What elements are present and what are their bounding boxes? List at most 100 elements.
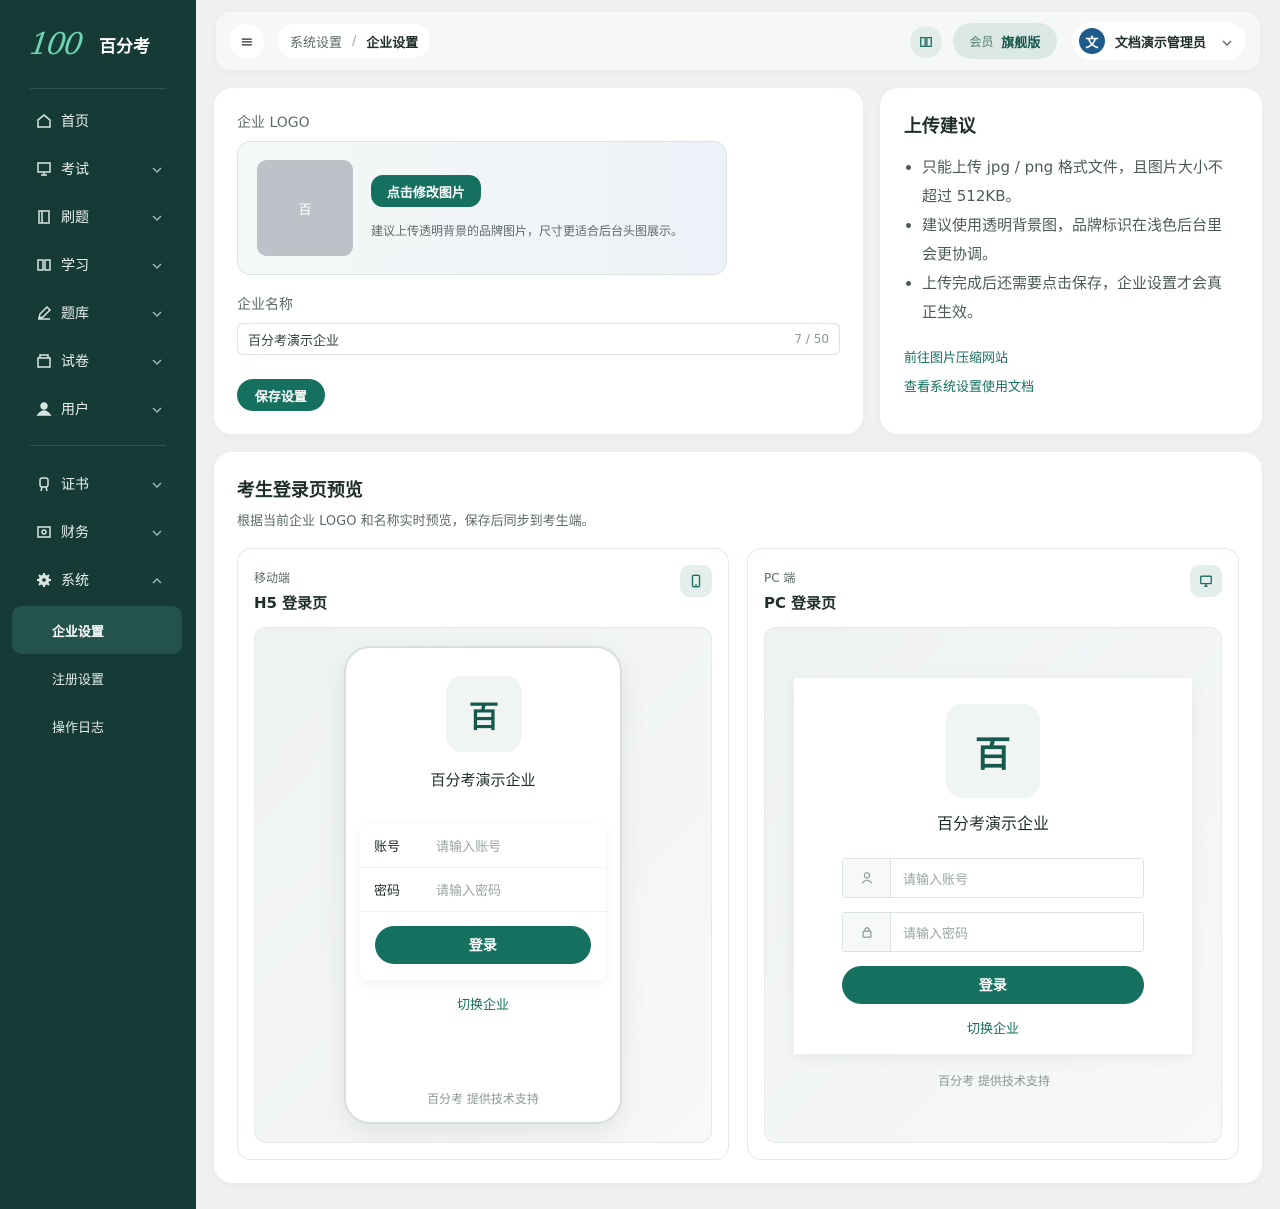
mobile-device-button[interactable] bbox=[680, 565, 712, 597]
preview-title: 考生登录页预览 bbox=[237, 480, 363, 501]
sidebar-divider bbox=[30, 88, 166, 89]
sidebar-item-practice[interactable]: 刷题 bbox=[0, 193, 196, 241]
sidebar-item-label: 用户 bbox=[61, 402, 89, 418]
chevron-down-icon bbox=[152, 526, 162, 536]
sidebar-item-study[interactable]: 学习 bbox=[0, 241, 196, 289]
sidebar-nav-secondary: 证书 财务 系统 bbox=[0, 460, 196, 604]
breadcrumb-parent[interactable]: 系统设置 bbox=[290, 32, 342, 51]
wallet-icon bbox=[36, 524, 52, 540]
pc-company-logo: 百 bbox=[946, 704, 1040, 798]
mobile-footer: 百分考 提供技术支持 bbox=[427, 1092, 539, 1106]
sidebar-item-paper[interactable]: 试卷 bbox=[0, 337, 196, 385]
folder-icon bbox=[36, 353, 52, 369]
mobile-password-row[interactable]: 密码 请输入密码 bbox=[360, 868, 606, 912]
sidebar-item-label: 学习 bbox=[61, 258, 89, 274]
book-open-icon bbox=[36, 257, 52, 273]
gear-icon bbox=[36, 572, 52, 588]
certificate-icon bbox=[36, 476, 52, 492]
chevron-down-icon bbox=[152, 259, 162, 269]
company-name-input[interactable]: 百分考演示企业 7 / 50 bbox=[237, 323, 840, 355]
member-level: 旗舰版 bbox=[1001, 35, 1041, 51]
monitor-icon bbox=[36, 161, 52, 177]
sidebar-item-home[interactable]: 首页 bbox=[0, 97, 196, 145]
mobile-account-row[interactable]: 账号 请输入账号 bbox=[360, 824, 606, 868]
sidebar-sub-operation-log[interactable]: 操作日志 bbox=[0, 702, 196, 750]
company-settings-card: 企业 LOGO 百 点击修改图片 建议上传透明背景的品牌图片，尺寸更适合后台头图… bbox=[214, 88, 863, 434]
desktop-device-button[interactable] bbox=[1190, 565, 1222, 597]
top-header: ≡ 系统设置 / 企业设置 会员 旗舰版 文 文档演示管理员 bbox=[216, 12, 1260, 70]
preview-subtitle: 根据当前企业 LOGO 和名称实时预览，保存后同步到考生端。 bbox=[237, 514, 595, 529]
pc-login-button[interactable]: 登录 bbox=[842, 966, 1144, 1004]
mobile-preview-panel: 移动端 H5 登录页 百 百分考演示企业 账号 请输入账号 密码 请输入密码 登 bbox=[237, 548, 729, 1160]
pc-footer: 百分考 提供技术支持 bbox=[938, 1074, 1050, 1088]
login-preview-card: 考生登录页预览 根据当前企业 LOGO 和名称实时预览，保存后同步到考生端。 移… bbox=[214, 452, 1262, 1183]
desktop-icon bbox=[1200, 575, 1212, 587]
phone-frame: 百 百分考演示企业 账号 请输入账号 密码 请输入密码 登录 切换企业 百分考 … bbox=[344, 646, 622, 1124]
pen-icon bbox=[36, 305, 52, 321]
docs-link[interactable]: 查看系统设置使用文档 bbox=[904, 376, 1034, 395]
password-placeholder: 请输入密码 bbox=[903, 926, 969, 942]
logo-thumbnail[interactable]: 百 bbox=[257, 160, 353, 256]
logo-hint: 建议上传透明背景的品牌图片，尺寸更适合后台头图展示。 bbox=[371, 224, 684, 238]
change-image-button[interactable]: 点击修改图片 bbox=[371, 175, 482, 207]
sidebar-item-exam[interactable]: 考试 bbox=[0, 145, 196, 193]
password-placeholder: 请输入密码 bbox=[436, 884, 502, 899]
sidebar-sub-company-settings[interactable]: 企业设置 bbox=[12, 606, 182, 654]
sidebar-item-label: 财务 bbox=[61, 525, 89, 541]
chevron-down-icon bbox=[152, 307, 162, 317]
chevron-down-icon bbox=[152, 355, 162, 365]
sidebar-item-user[interactable]: 用户 bbox=[0, 385, 196, 433]
sidebar-submenu-system: 企业设置 注册设置 操作日志 bbox=[0, 606, 196, 750]
upload-tips-card: 上传建议 只能上传 jpg / png 格式文件，且图片大小不超过 512KB。… bbox=[880, 88, 1262, 434]
breadcrumb-current: 企业设置 bbox=[366, 35, 419, 51]
avatar: 文 bbox=[1079, 28, 1105, 54]
brand[interactable]: 100 百分考 bbox=[0, 0, 196, 88]
sidebar-item-label: 系统 bbox=[61, 573, 89, 589]
pc-stage: 百 百分考演示企业 请输入账号 请输入密码 登录 切换企业 百分考 提供技术支持 bbox=[764, 627, 1222, 1143]
sidebar-item-finance[interactable]: 财务 bbox=[0, 508, 196, 556]
mobile-login-button[interactable]: 登录 bbox=[375, 926, 591, 964]
save-settings-button[interactable]: 保存设置 bbox=[237, 379, 325, 411]
sidebar-item-question-bank[interactable]: 题库 bbox=[0, 289, 196, 337]
pc-account-input[interactable]: 请输入账号 bbox=[842, 858, 1144, 898]
pc-password-input[interactable]: 请输入密码 bbox=[842, 912, 1144, 952]
tips-list: 只能上传 jpg / png 格式文件，且图片大小不超过 512KB。 建议使用… bbox=[922, 153, 1232, 327]
mobile-login-form: 账号 请输入账号 密码 请输入密码 登录 bbox=[360, 824, 606, 980]
chevron-down-icon bbox=[152, 163, 162, 173]
sidebar: 100 百分考 首页 考试 刷题 学习 题库 试卷 用户 证书 财务 系统 企业… bbox=[0, 0, 196, 1209]
tip-item: 建议使用透明背景图，品牌标识在浅色后台里会更协调。 bbox=[922, 211, 1232, 269]
sidebar-item-label: 题库 bbox=[61, 306, 89, 322]
chevron-down-icon bbox=[152, 403, 162, 413]
docs-button[interactable] bbox=[910, 26, 942, 58]
account-label: 账号 bbox=[374, 840, 401, 855]
pc-login-window: 百 百分考演示企业 请输入账号 请输入密码 登录 切换企业 bbox=[794, 678, 1192, 1054]
compress-site-link[interactable]: 前往图片压缩网站 bbox=[904, 347, 1008, 366]
notebook-icon bbox=[36, 209, 52, 225]
brand-name: 百分考 bbox=[99, 36, 151, 57]
user-menu[interactable]: 文 文档演示管理员 bbox=[1072, 22, 1246, 60]
pc-switch-company-link[interactable]: 切换企业 bbox=[794, 1018, 1192, 1037]
sidebar-item-label: 刷题 bbox=[61, 210, 89, 226]
tip-item: 上传完成后还需要点击保存，企业设置才会真正生效。 bbox=[922, 269, 1232, 327]
sidebar-item-label: 考试 bbox=[61, 162, 89, 178]
mobile-company-name: 百分考演示企业 bbox=[430, 771, 536, 789]
sidebar-item-certificate[interactable]: 证书 bbox=[0, 460, 196, 508]
user-name: 文档演示管理员 bbox=[1115, 35, 1207, 51]
chevron-down-icon bbox=[1222, 36, 1232, 46]
mobile-stage: 百 百分考演示企业 账号 请输入账号 密码 请输入密码 登录 切换企业 百分考 … bbox=[254, 627, 712, 1143]
sidebar-item-system[interactable]: 系统 bbox=[0, 556, 196, 604]
tips-title: 上传建议 bbox=[904, 116, 976, 137]
member-badge[interactable]: 会员 旗舰版 bbox=[953, 23, 1057, 59]
tip-item: 只能上传 jpg / png 格式文件，且图片大小不超过 512KB。 bbox=[922, 153, 1232, 211]
mobile-icon bbox=[691, 574, 701, 588]
lock-icon bbox=[843, 913, 891, 951]
sidebar-nav: 首页 考试 刷题 学习 题库 试卷 用户 bbox=[0, 97, 196, 433]
company-name-label: 企业名称 bbox=[237, 297, 293, 313]
menu-toggle-button[interactable]: ≡ bbox=[230, 24, 264, 58]
panel-kicker: 移动端 bbox=[254, 571, 291, 585]
mobile-switch-company-link[interactable]: 切换企业 bbox=[346, 994, 620, 1013]
sidebar-sub-register-settings[interactable]: 注册设置 bbox=[0, 654, 196, 702]
chevron-up-icon bbox=[152, 574, 162, 584]
account-placeholder: 请输入账号 bbox=[903, 872, 969, 888]
panel-title: PC 登录页 bbox=[764, 594, 837, 612]
